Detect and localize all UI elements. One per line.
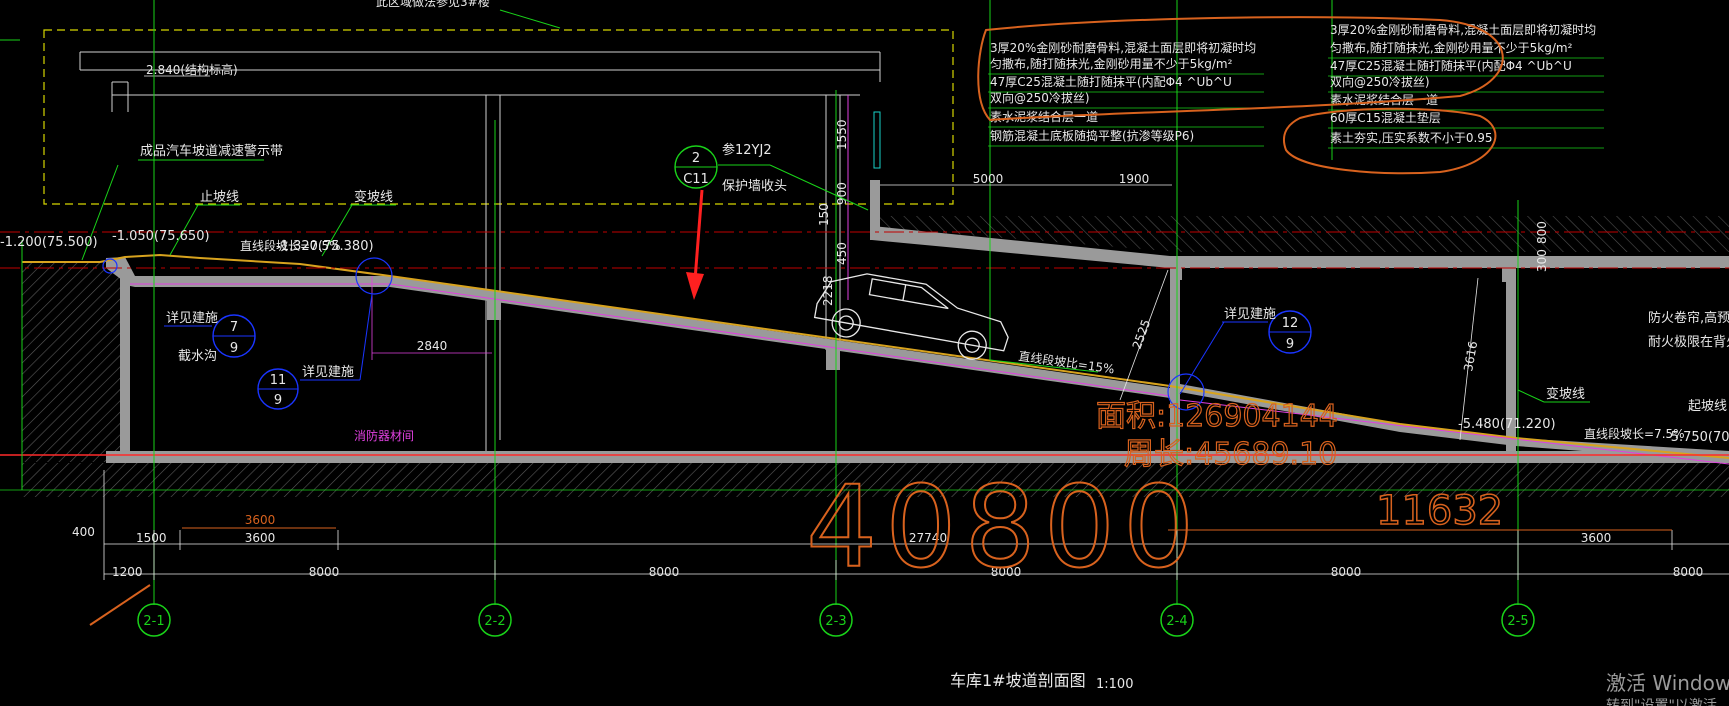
callout-bottom: 9 [1286,337,1294,352]
axis-bubble-2-5: 2-5 [1501,603,1535,637]
ramp-slab [106,257,1180,402]
label-slope-change: 变坡线 [354,189,393,205]
label-ref-yj: 参12YJ2 [722,142,772,158]
activation-watermark-2: 转到"设置"以激活 [1606,697,1717,706]
spec-line: 60厚C15混凝土垫层 [1330,110,1441,125]
markup-big-number: 40800 [806,463,1202,593]
callout-bottom: 9 [274,393,282,408]
axis-bubble-2-3: 2-3 [819,603,853,637]
callout-top: 11 [270,373,287,388]
dim-5000: 5000 [973,172,1004,186]
dim-1550: 1550 [835,119,849,150]
label-see-building-c: 详见建施 [1224,307,1276,322]
callout-2-c11: 2 C11 [674,145,718,189]
structure-level: 2.840(结构标高) [146,62,238,77]
dim-450: 450 [835,242,849,265]
callout-top: 2 [692,151,700,166]
axis-label: 2-4 [1166,614,1187,629]
elevation-1: -1.200(75.500) [0,235,98,250]
red-arrow [686,189,704,300]
ground-left [22,262,122,462]
callout-7-9: 7 9 [212,314,256,358]
dim-8000-d: 8000 [1331,565,1362,579]
spec-line: 素土夯实,压实系数不小于0.95 [1330,130,1493,145]
dim-8000-e: 8000 [1673,565,1704,579]
spec-line: 匀撒布,随打随抹光,金刚砂用量不少于5kg/m² [1330,40,1573,55]
label-warning-strip: 成品汽车坡道减速警示带 [140,143,283,159]
dim-1200: 1200 [112,565,143,579]
label-stop-line: 止坡线 [200,190,239,205]
label-ramp-end: 起坡线 [1688,399,1727,414]
callout-top: 12 [1282,316,1299,331]
spec-notes-right: 3厚20%金刚砂耐磨骨料,混凝土面层即将初凝时均 匀撒布,随打随抹光,金刚砂用量… [1328,22,1604,149]
elevation-2: -1.050(75.650) [112,229,210,244]
markup-area: 面积:126904144 [1096,399,1338,434]
spec-line: 钢筋混凝土底板随捣平整(抗渗等级P6) [990,128,1194,143]
label-fire-shutter-2: 耐火极限在背火 [1648,335,1729,350]
ramp-section-drawing: 此区域做法参见3#楼 2.840(结构标高) 2-1 2-2 2-3 2-4 2… [0,0,1729,706]
dim-900: 900 [835,182,849,205]
dim-8000-b: 8000 [649,565,680,579]
axis-label: 2-2 [484,614,505,629]
label-see-building-b: 详见建施 [302,365,354,380]
markup-mid-number: 11632 [1376,488,1503,534]
dim-800: 800 [1535,221,1549,244]
dim-400: 400 [72,525,95,539]
callout-11-9: 11 9 [257,368,299,410]
axis-label: 2-3 [825,614,846,629]
dim-2218: 2218 [821,275,835,306]
axis-bubble-2-2: 2-2 [478,603,512,637]
drawing-scale: 1:100 [1096,677,1133,692]
dim-3600-c: 3600 [1581,531,1612,545]
label-fire-shutter-1: 防火卷帘,高预埋 [1648,310,1729,326]
label-see-building-a: 详见建施 [166,311,218,326]
dim-2840: 2840 [417,339,448,353]
elevation-5: -5.750(70 [1666,430,1729,445]
spec-notes-left: 3厚20%金刚砂耐磨骨料,混凝土面层即将初凝时均 匀撒布,随打随抹光,金刚砂用量… [988,40,1264,147]
dim-3600-orange: 3600 [245,513,276,527]
axis-label: 2-5 [1507,614,1528,629]
slope-1: 直线段坡长=7.5% [240,238,341,253]
upper-building-outline [43,29,954,205]
drawing-title: 车库1#坡道剖面图 [950,671,1086,690]
label-fire-room: 消防器材间 [354,428,414,443]
top-cut-note: 此区域做法参见3#楼 [376,0,490,9]
spec-line: 匀撒布,随打随抹光,金刚砂用量不少于5kg/m² [990,56,1233,71]
label-wall-head: 保护墙收头 [722,179,787,194]
dim-1900: 1900 [1119,172,1150,186]
callout-top: 7 [230,320,238,335]
label-slope-change-2: 变坡线 [1546,386,1585,402]
activation-watermark: 激活 Window [1606,671,1729,695]
upper-slab [79,51,881,460]
dim-300: 300 [1535,249,1549,272]
spec-line: 3厚20%金刚砂耐磨骨料,混凝土面层即将初凝时均 [990,40,1256,55]
callout-bottom: 9 [230,341,238,356]
dim-150: 150 [817,203,831,226]
callout-bottom: C11 [683,172,709,187]
axis-bubble-2-4: 2-4 [1160,603,1194,637]
dim-1500: 1500 [136,531,167,545]
label-gutter: 截水沟 [178,349,217,364]
dim-3600-a: 3600 [245,531,276,545]
dim-8000-a: 8000 [309,565,340,579]
axis-label: 2-1 [143,614,164,629]
axis-bubble-2-1: 2-1 [137,603,171,637]
elevation-4: -5.480(71.220) [1458,417,1556,432]
dim-2525: 2525 [1130,318,1154,351]
spec-line: 47厚C25混凝土随打随抹平(内配Φ4 ^Ub^U [1330,58,1572,73]
spec-line: 47厚C25混凝土随打随抹平(内配Φ4 ^Ub^U [990,74,1232,89]
